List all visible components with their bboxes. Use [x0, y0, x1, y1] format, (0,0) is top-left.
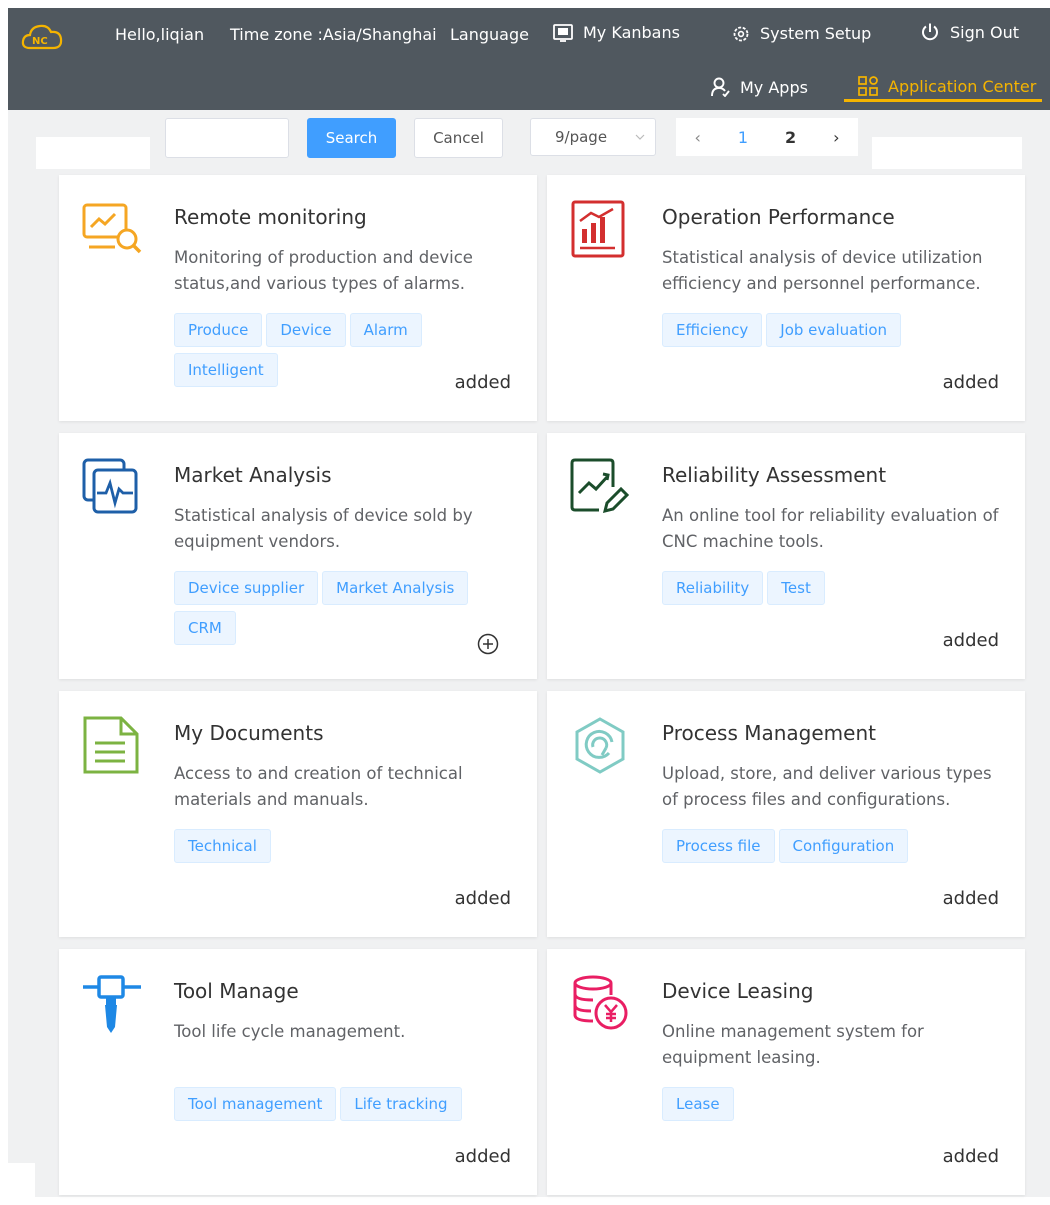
tag[interactable]: Produce	[174, 313, 263, 347]
page-2[interactable]: 2	[785, 128, 796, 147]
app-card-my-documents[interactable]: My Documents Access to and creation of t…	[59, 691, 537, 937]
card-title: Device Leasing	[662, 979, 814, 1003]
signout-label: Sign Out	[950, 22, 1019, 42]
page-size-select[interactable]: 9/page	[530, 118, 656, 156]
tag[interactable]: CRM	[174, 611, 236, 645]
svg-text:NC: NC	[32, 36, 48, 47]
tag[interactable]: Intelligent	[174, 353, 278, 387]
added-status: added	[942, 1146, 999, 1167]
tag[interactable]: Alarm	[349, 313, 422, 347]
sign-out-link[interactable]: Sign Out	[920, 22, 1019, 42]
tag[interactable]: Efficiency	[662, 313, 763, 347]
added-status: added	[454, 372, 511, 393]
tag[interactable]: Reliability	[662, 571, 764, 605]
system-setup-link[interactable]: System Setup	[732, 24, 871, 43]
greeting-text: Hello,liqian	[115, 25, 205, 44]
card-description: An online tool for reliability evaluatio…	[662, 506, 999, 551]
tag[interactable]: Market Analysis	[322, 571, 469, 605]
card-description: Access to and creation of technical mate…	[174, 764, 463, 809]
card-description: Online management system for equipment l…	[662, 1022, 924, 1067]
app-card-process-management[interactable]: Process Management Upload, store, and de…	[547, 691, 1025, 937]
apps-grid-icon	[858, 76, 878, 96]
appcenter-label: Application Center	[888, 76, 1037, 96]
add-circle-icon[interactable]	[477, 633, 499, 655]
app-card-device-leasing[interactable]: Device Leasing Online management system …	[547, 949, 1025, 1195]
timezone-text: Time zone :Asia/Shanghai	[230, 25, 437, 44]
next-page-icon[interactable]: ›	[833, 128, 839, 147]
page-1[interactable]: 1	[738, 128, 748, 147]
tag[interactable]: Lease	[662, 1087, 734, 1121]
my-kanbans-link[interactable]: My Kanbans	[553, 23, 680, 42]
tag[interactable]: Life tracking	[340, 1087, 462, 1121]
active-tab-indicator	[844, 99, 1042, 102]
chevron-down-icon	[635, 134, 645, 140]
search-input[interactable]	[165, 118, 289, 158]
prev-page-icon[interactable]: ‹	[694, 128, 700, 147]
toolbar-bg-right	[872, 137, 1022, 169]
toolbar-bg-left	[36, 137, 150, 169]
power-icon	[922, 23, 938, 41]
added-status: added	[942, 630, 999, 651]
app-card-operation-performance[interactable]: Operation Performance Statistical analys…	[547, 175, 1025, 421]
chart-edit-icon	[570, 458, 630, 514]
tag[interactable]: Configuration	[778, 829, 909, 863]
user-icon	[711, 77, 730, 97]
tool-icon	[83, 975, 141, 1033]
tag[interactable]: Process file	[662, 829, 775, 863]
added-status: added	[942, 888, 999, 909]
card-title: Reliability Assessment	[662, 463, 887, 487]
coins-yen-icon	[573, 975, 628, 1030]
pulse-chart-icon	[82, 458, 138, 514]
app-card-reliability-assessment[interactable]: Reliability Assessment An online tool fo…	[547, 433, 1025, 679]
added-status: added	[454, 1146, 511, 1167]
monitor-search-icon	[82, 203, 142, 254]
added-status: added	[454, 888, 511, 909]
card-description: Monitoring of production and device stat…	[174, 248, 473, 293]
card-description: Tool life cycle management.	[174, 1022, 406, 1041]
card-title: Process Management	[662, 721, 876, 745]
tag[interactable]: Tool management	[174, 1087, 337, 1121]
card-title: Remote monitoring	[174, 205, 367, 229]
card-description: Statistical analysis of device sold by e…	[174, 506, 473, 551]
myapps-label: My Apps	[740, 77, 808, 97]
tag[interactable]: Job evaluation	[766, 313, 902, 347]
setup-label: System Setup	[760, 24, 872, 43]
card-description: Statistical analysis of device utilizati…	[662, 248, 983, 293]
language-label: Language	[450, 25, 529, 44]
tag[interactable]: Device	[266, 313, 346, 347]
process-hexagon-icon	[575, 717, 625, 774]
corner-bg	[8, 1163, 35, 1197]
page-size-value: 9/page	[555, 128, 608, 146]
cloud-logo-icon: NC	[21, 24, 63, 50]
bar-chart-icon	[571, 200, 625, 258]
cancel-button[interactable]: Cancel	[414, 118, 503, 158]
pagination: ‹ 1 2 ›	[676, 118, 858, 156]
card-description: Upload, store, and deliver various types…	[662, 764, 992, 809]
tag[interactable]: Technical	[174, 829, 271, 863]
app-card-remote-monitoring[interactable]: Remote monitoring Monitoring of producti…	[59, 175, 537, 421]
added-status: added	[942, 372, 999, 393]
language-menu[interactable]: Language	[450, 25, 529, 44]
card-title: My Documents	[174, 721, 324, 745]
application-center-tab[interactable]: Application Center	[858, 76, 1036, 96]
tag[interactable]: Device supplier	[174, 571, 319, 605]
app-card-tool-manage[interactable]: Tool Manage Tool life cycle management. …	[59, 949, 537, 1195]
search-button[interactable]: Search	[307, 118, 396, 158]
card-title: Market Analysis	[174, 463, 332, 487]
top-header: NC Hello,liqian Time zone :Asia/Shanghai…	[8, 8, 1050, 110]
app-card-market-analysis[interactable]: Market Analysis Statistical analysis of …	[59, 433, 537, 679]
tag[interactable]: Test	[767, 571, 825, 605]
kanbans-label: My Kanbans	[583, 23, 680, 42]
my-apps-tab[interactable]: My Apps	[710, 77, 808, 97]
gear-icon	[733, 26, 749, 41]
card-title: Tool Manage	[174, 979, 299, 1003]
card-title: Operation Performance	[662, 205, 895, 229]
kanban-icon	[553, 23, 573, 42]
document-icon	[83, 716, 139, 774]
